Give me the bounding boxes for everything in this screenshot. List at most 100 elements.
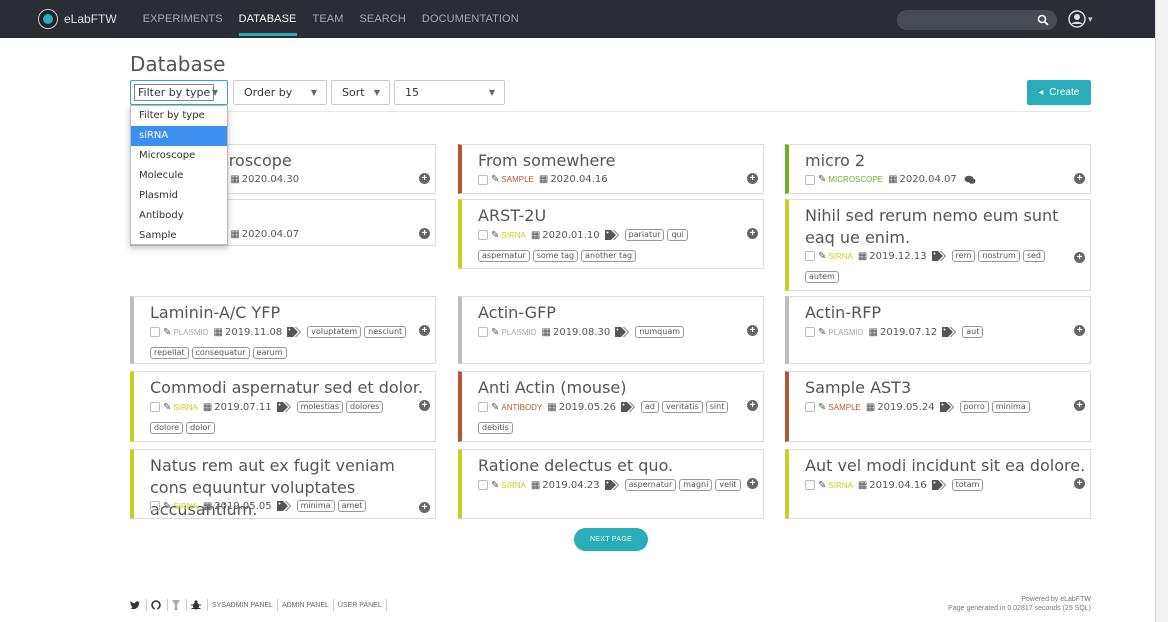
item-tag[interactable]: another tag <box>581 250 637 262</box>
database-item-card[interactable]: Natus rem aut ex fugit veniam cons equun… <box>130 449 436 519</box>
pencil-icon[interactable]: ✎ <box>491 174 499 185</box>
pencil-icon[interactable]: ✎ <box>491 327 499 338</box>
plus-circle-icon[interactable]: + <box>747 228 758 239</box>
user-avatar-icon[interactable] <box>1068 10 1086 28</box>
item-tag[interactable]: debitis <box>478 422 513 434</box>
item-tag[interactable]: totam <box>951 479 984 491</box>
item-title[interactable]: Commodi aspernatur sed et dolor. <box>150 377 423 399</box>
dropdown-option[interactable]: Molecule <box>131 166 227 186</box>
nav-search[interactable]: SEARCH <box>351 0 413 38</box>
nav-documentation[interactable]: DOCUMENTATION <box>414 0 527 38</box>
pencil-icon[interactable]: ✎ <box>818 402 826 413</box>
item-title[interactable]: croscope <box>220 150 292 172</box>
pencil-icon[interactable]: ✎ <box>491 402 499 413</box>
item-tag[interactable]: earum <box>252 347 287 359</box>
pencil-icon[interactable]: ✎ <box>818 174 826 185</box>
github-icon[interactable] <box>151 600 161 610</box>
database-item-card[interactable]: Nihil sed rerum nemo eum sunt eaq ue eni… <box>785 199 1091 291</box>
database-item-card[interactable]: Aut vel modi incidunt sit ea dolore. ✎ SIR… <box>785 449 1091 519</box>
database-item-card[interactable]: Anti Actin (mouse) ✎ ANTIBODY ▦ 2019.05.26 ad… <box>458 371 764 442</box>
order-by-select[interactable]: Order by ▼ <box>233 80 327 105</box>
page-scrollbar[interactable] <box>1155 0 1168 622</box>
database-item-card[interactable]: From somewhere ✎ SAMPLE ▦ 2020.04.16 + <box>458 144 764 194</box>
database-item-card[interactable]: micro 2 ✎ MICROSCOPE ▦ 2020.04.07 + <box>785 144 1091 194</box>
item-tag[interactable]: porro <box>959 401 989 413</box>
item-tag[interactable]: qui <box>667 229 688 241</box>
select-checkbox[interactable] <box>478 402 488 412</box>
item-title[interactable]: ARST-2U <box>478 205 546 227</box>
database-item-card[interactable]: Laminin-A/C YFP ✎ PLASMID ▦ 2019.11.08 volupt… <box>130 296 436 364</box>
item-tag[interactable]: nesciunt <box>364 326 407 338</box>
bug-icon[interactable] <box>191 600 201 610</box>
item-tag[interactable]: repellat <box>150 347 189 359</box>
nav-database[interactable]: DATABASE <box>231 0 305 38</box>
dropdown-option[interactable]: Sample <box>131 226 227 246</box>
item-tag[interactable]: aspernatur <box>478 250 530 262</box>
database-item-card[interactable]: Actin-GFP ✎ PLASMID ▦ 2019.08.30 numquam + <box>458 296 764 364</box>
item-tag[interactable]: sint <box>705 401 729 413</box>
pencil-icon[interactable]: ✎ <box>163 501 171 512</box>
plus-circle-icon[interactable]: + <box>747 478 758 489</box>
item-tag[interactable]: dolor <box>186 422 215 434</box>
select-checkbox[interactable] <box>478 480 488 490</box>
database-item-card[interactable]: Ratione delectus et quo. ✎ SIRNA ▦ 2019.04.2… <box>458 449 764 519</box>
item-title[interactable]: Actin-GFP <box>478 302 556 324</box>
plus-circle-icon[interactable]: + <box>419 325 430 336</box>
brand[interactable]: eLabFTW <box>38 9 117 29</box>
item-tag[interactable]: dolores <box>346 401 384 413</box>
database-item-card[interactable]: Commodi aspernatur sed et dolor. ✎ SIRNA ▦ 2… <box>130 371 436 442</box>
pencil-icon[interactable]: ✎ <box>818 327 826 338</box>
item-tag[interactable]: some tag <box>532 250 579 262</box>
item-tag[interactable]: amet <box>337 500 367 512</box>
item-title[interactable]: Sample AST3 <box>805 377 911 399</box>
plus-circle-icon[interactable]: + <box>747 400 758 411</box>
pencil-icon[interactable]: ✎ <box>818 251 826 262</box>
pencil-icon[interactable]: ✎ <box>163 327 171 338</box>
limit-select[interactable]: 15 ▼ <box>394 80 505 105</box>
select-checkbox[interactable] <box>805 327 815 337</box>
pencil-icon[interactable]: ✎ <box>491 230 499 241</box>
dropdown-option[interactable]: Plasmid <box>131 186 227 206</box>
item-tag[interactable]: velit <box>715 479 741 491</box>
pencil-icon[interactable]: ✎ <box>818 480 826 491</box>
admin-panel-link[interactable]: ADMIN PANEL <box>282 602 329 609</box>
dropdown-option[interactable]: siRNA <box>131 126 227 146</box>
plus-circle-icon[interactable]: + <box>419 228 430 239</box>
select-checkbox[interactable] <box>805 480 815 490</box>
item-title[interactable]: Nihil sed rerum nemo eum sunt eaq ue eni… <box>805 205 1075 249</box>
pencil-icon[interactable]: ✎ <box>491 480 499 491</box>
item-tag[interactable]: numquam <box>635 326 685 338</box>
plus-circle-icon[interactable]: + <box>419 400 430 411</box>
next-page-button[interactable]: NEXT PAGE <box>574 528 648 551</box>
create-button[interactable]: ◀ Create <box>1027 80 1091 105</box>
item-tag[interactable]: voluptatem <box>307 326 362 338</box>
item-tag[interactable]: ad <box>641 401 659 413</box>
glass-icon[interactable] <box>172 600 180 610</box>
item-tag[interactable]: rem <box>951 250 976 262</box>
dropdown-option[interactable]: Antibody <box>131 206 227 226</box>
search-input[interactable] <box>897 10 1057 30</box>
item-tag[interactable]: veritatis <box>662 401 703 413</box>
database-item-card[interactable]: ARST-2U ✎ SIRNA ▦ 2020.01.10 pariatur qui asper… <box>458 199 764 269</box>
plus-circle-icon[interactable]: + <box>1074 173 1085 184</box>
select-checkbox[interactable] <box>150 402 160 412</box>
filter-by-type-select[interactable]: Filter by type ▼ <box>130 80 228 105</box>
filter-type-dropdown[interactable]: Filter by type siRNA Microscope Molecule… <box>130 105 228 245</box>
item-tag[interactable]: molestias <box>296 401 343 413</box>
user-menu[interactable]: ▾ <box>1068 10 1093 28</box>
item-tag[interactable]: autem <box>805 271 839 283</box>
item-tag[interactable]: nostrum <box>978 250 1020 262</box>
item-title[interactable]: Laminin-A/C YFP <box>150 302 280 324</box>
plus-circle-icon[interactable]: + <box>419 502 430 513</box>
item-tag[interactable]: magni <box>679 479 713 491</box>
plus-circle-icon[interactable]: + <box>1074 478 1085 489</box>
item-tag[interactable]: sed <box>1022 250 1045 262</box>
dropdown-option[interactable]: Microscope <box>131 146 227 166</box>
item-title[interactable]: Aut vel modi incidunt sit ea dolore. <box>805 455 1085 477</box>
plus-circle-icon[interactable]: + <box>747 325 758 336</box>
plus-circle-icon[interactable]: + <box>1074 400 1085 411</box>
nav-team[interactable]: TEAM <box>305 0 352 38</box>
sort-select[interactable]: Sort ▼ <box>331 80 390 105</box>
select-checkbox[interactable] <box>805 402 815 412</box>
item-tag[interactable]: dolore <box>150 422 184 434</box>
